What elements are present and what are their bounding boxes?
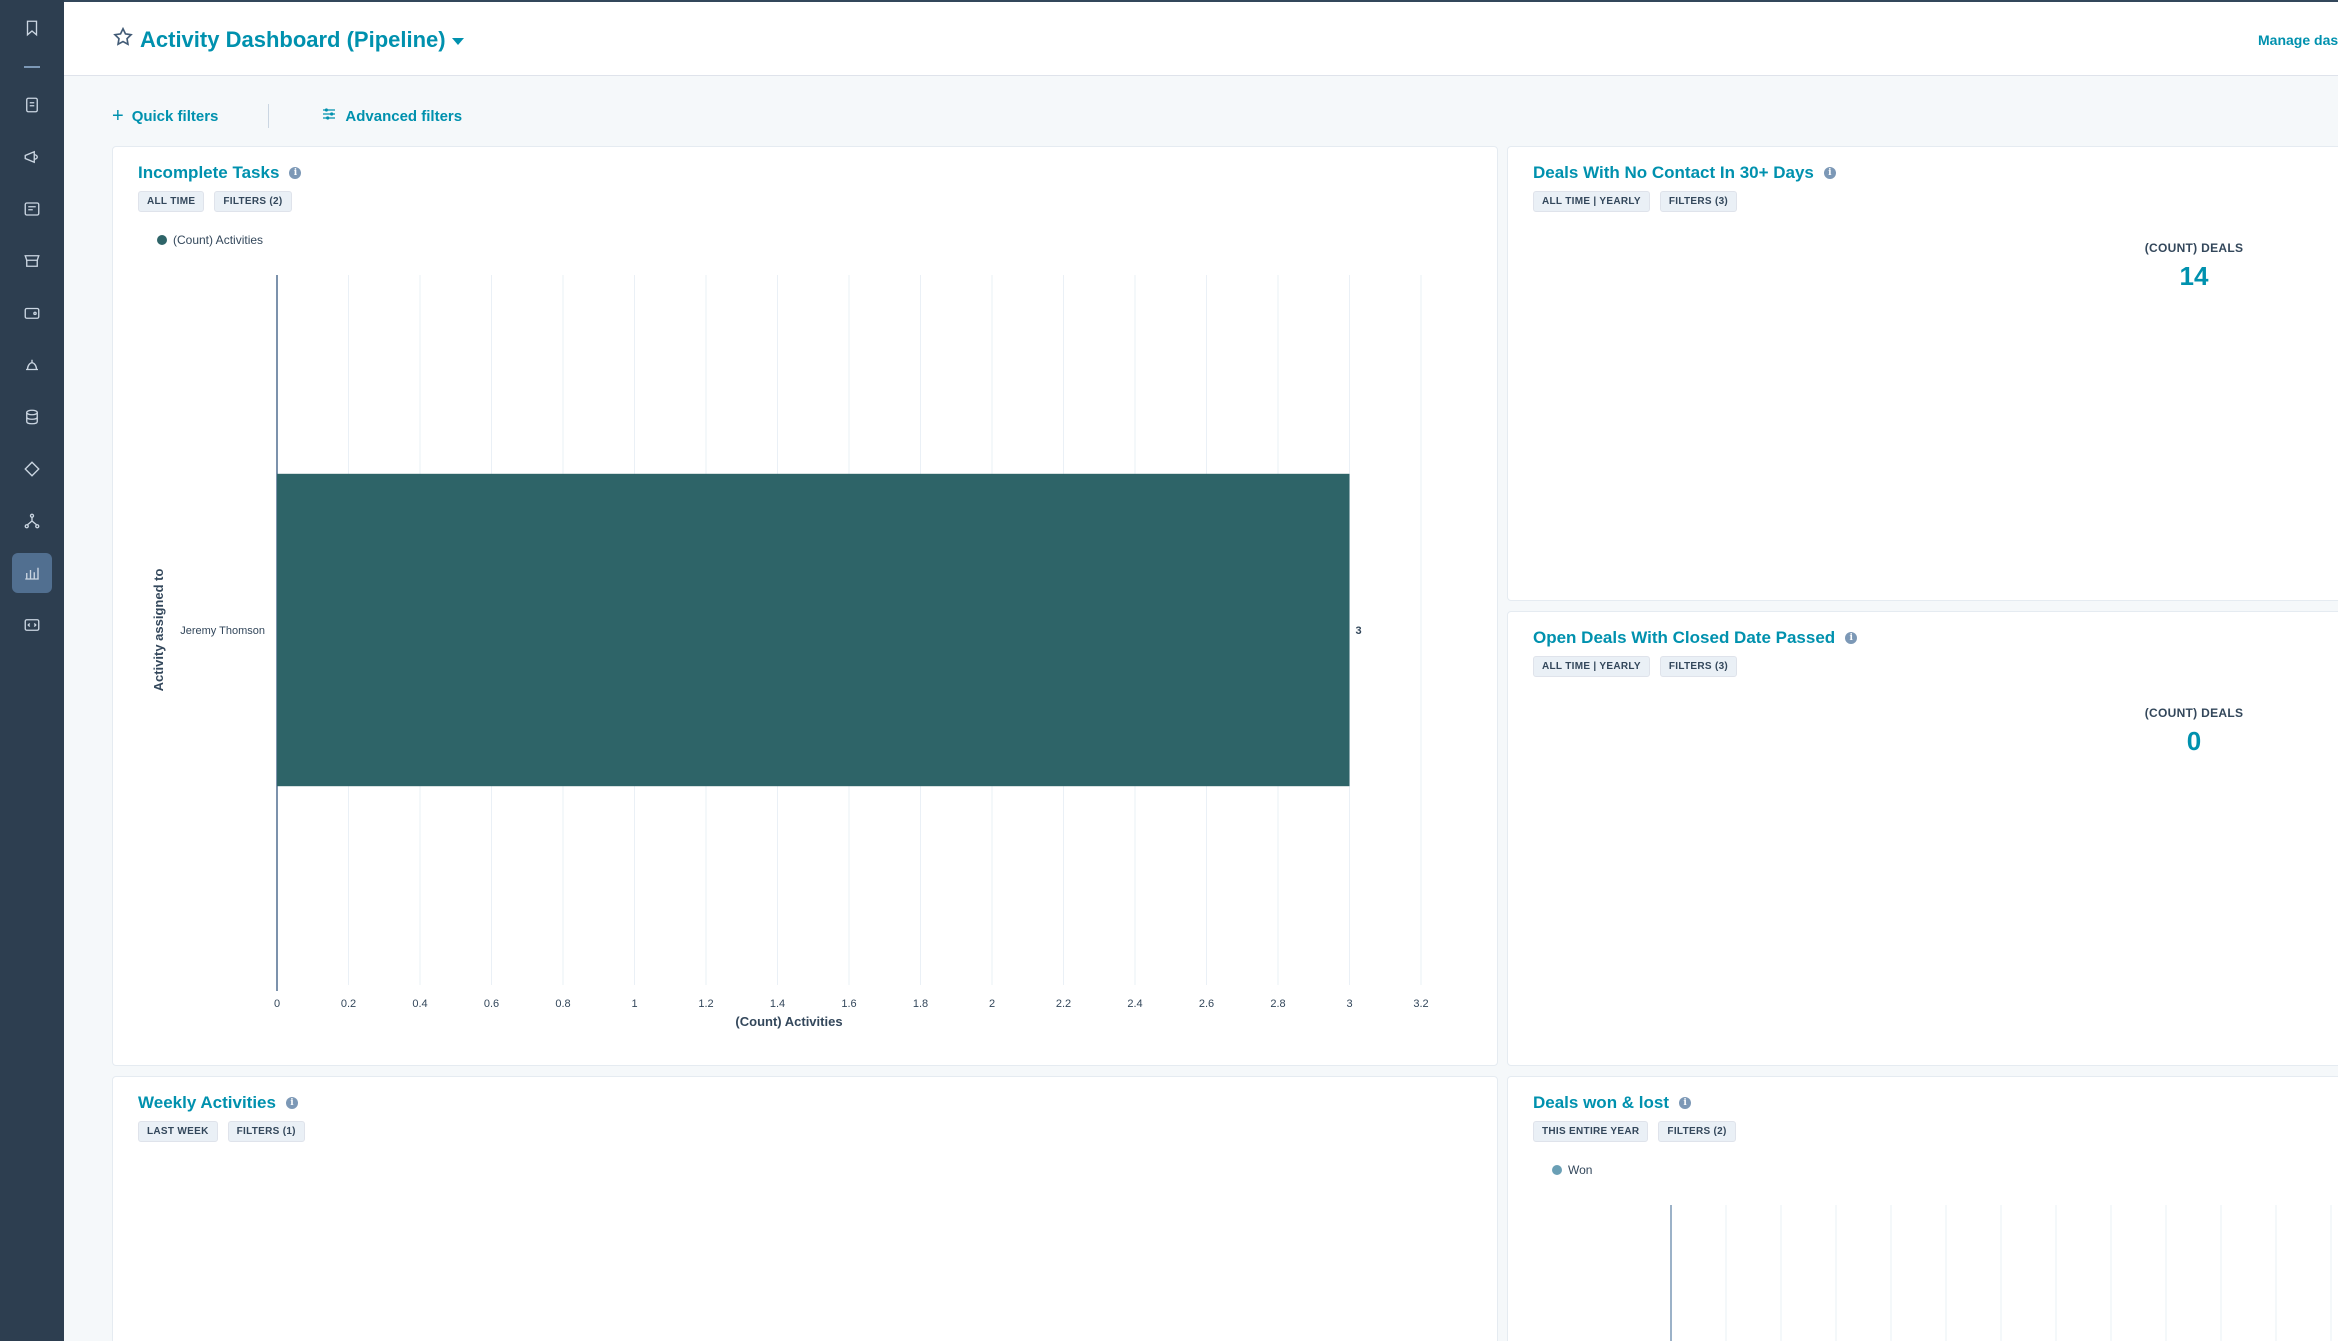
incomplete-tasks-bar-chart: 0 0.2 0.4 0.6 0.8 1 1.2 1.4 1.6 1.8 2 2.2 2.4 2.6 2.8 3… [151, 275, 1429, 1029]
kpi-label: (COUNT) DEALS [2144, 706, 2244, 720]
filters-tag[interactable]: FILTERS (1) [227, 1121, 305, 1142]
filter-divider [268, 104, 270, 128]
chevron-down-icon[interactable] [451, 37, 464, 45]
card-title[interactable]: Open Deals With Closed Date Passed i [1533, 628, 1858, 648]
contacts-icon[interactable] [12, 85, 52, 125]
x-tick-label: 2.8 [1270, 998, 1285, 1010]
content-icon[interactable] [12, 189, 52, 229]
no-contact-card: Deals With No Contact In 30+ Days i ALL … [1507, 146, 2338, 601]
x-tick-label: 0.2 [341, 998, 356, 1010]
won-lost-chart-gridlines [1670, 1205, 2332, 1341]
bookmark-icon[interactable] [12, 8, 52, 48]
nav-divider [24, 66, 40, 68]
kpi-value: 0 [2186, 726, 2202, 756]
workflow-icon[interactable] [12, 501, 52, 541]
manage-dashboards-link[interactable]: Manage dashboards [2258, 32, 2338, 48]
x-tick-label: 3.2 [1413, 998, 1428, 1010]
x-tick-label: 2.6 [1199, 998, 1214, 1010]
card-title-text[interactable]: Deals With No Contact In 30+ Days [1533, 163, 1814, 183]
x-tick-label: 3 [1346, 998, 1352, 1010]
x-tick-label: 1.4 [770, 998, 785, 1010]
advanced-filters-label: Advanced filters [345, 107, 463, 125]
x-tick-label: 1.2 [698, 998, 713, 1010]
star-icon[interactable] [112, 26, 134, 53]
left-nav [0, 0, 64, 1341]
service-icon[interactable] [12, 345, 52, 385]
date-range-tag[interactable]: ALL TIME | YEARLY [1533, 191, 1650, 212]
card-tags: LAST WEEK FILTERS (1) [138, 1121, 315, 1142]
x-tick-label: 2.2 [1056, 998, 1071, 1010]
commerce-icon[interactable] [12, 241, 52, 281]
database-icon[interactable] [12, 397, 52, 437]
filters-tag[interactable]: FILTERS (3) [1659, 191, 1738, 212]
card-title[interactable]: Deals With No Contact In 30+ Days i [1533, 163, 1836, 183]
x-tick-label: 2 [989, 998, 995, 1010]
bar [277, 473, 1350, 787]
tag-icon[interactable] [12, 449, 52, 489]
dev-icon[interactable] [12, 605, 52, 645]
x-tick-label: 1.6 [841, 998, 856, 1010]
kpi-value: 14 [2179, 261, 2209, 291]
sliders-icon [321, 106, 345, 126]
reports-icon[interactable] [12, 553, 52, 593]
x-tick-label: 1 [631, 998, 637, 1010]
advanced-filters-button[interactable]: Advanced filters [321, 106, 462, 126]
date-range-tag[interactable]: LAST WEEK [138, 1121, 218, 1142]
y-category-label: Jeremy Thomson [180, 625, 265, 637]
card-title[interactable]: Weekly Activities i [138, 1093, 298, 1113]
x-tick-label: 2.4 [1127, 998, 1142, 1010]
x-tick-label: 0 [274, 998, 280, 1010]
info-icon[interactable]: i [1845, 632, 1858, 644]
x-tick-label: 1.8 [913, 998, 928, 1010]
weekly-activities-card: Weekly Activities i LAST WEEK FILTERS (1… [112, 1076, 1498, 1341]
card-title-text[interactable]: Weekly Activities [138, 1093, 276, 1113]
megaphone-icon[interactable] [12, 137, 52, 177]
kpi-metric: (COUNT) DEALS 14 [2094, 241, 2294, 292]
closed-date-passed-card: Open Deals With Closed Date Passed i ALL… [1507, 611, 2338, 1066]
x-axis-title: (Count) Activities [735, 1014, 842, 1029]
filters-tag[interactable]: FILTERS (3) [1659, 656, 1738, 677]
wallet-icon[interactable] [12, 293, 52, 333]
filter-bar: + Quick filters Advanced filters [112, 104, 462, 128]
kpi-label: (COUNT) DEALS [2144, 241, 2244, 255]
x-tick-label: 0.4 [412, 998, 427, 1010]
incomplete-tasks-card: Incomplete Tasks i ALL TIME FILTERS (2) … [112, 146, 1498, 1066]
quick-filters-label: Quick filters [131, 107, 219, 125]
x-tick-label: 0.8 [555, 998, 570, 1010]
x-tick-label: 0.6 [484, 998, 499, 1010]
deals-won-lost-card: Deals won & lost i THIS ENTIRE YEAR FILT… [1507, 1076, 2338, 1341]
plus-icon: + [112, 105, 124, 127]
data-label: 3 [1356, 625, 1362, 637]
card-title-text[interactable]: Open Deals With Closed Date Passed [1533, 628, 1835, 648]
quick-filters-button[interactable]: + Quick filters [112, 106, 218, 126]
kpi-metric: (COUNT) DEALS 0 [2094, 706, 2294, 757]
card-tags: ALL TIME | YEARLY FILTERS (3) [1533, 191, 1747, 212]
info-icon[interactable]: i [1823, 167, 1836, 179]
dashboard-title-row: Activity Dashboard (Pipeline) [112, 26, 464, 53]
card-tags: ALL TIME | YEARLY FILTERS (3) [1533, 656, 1747, 677]
dashboard-header: Activity Dashboard (Pipeline) Manage das… [64, 0, 2338, 76]
date-range-tag[interactable]: ALL TIME | YEARLY [1533, 656, 1650, 677]
dashboard-title[interactable]: Activity Dashboard (Pipeline) [140, 27, 446, 53]
info-icon[interactable]: i [285, 1097, 298, 1109]
y-axis-title: Activity assigned to [151, 569, 166, 692]
